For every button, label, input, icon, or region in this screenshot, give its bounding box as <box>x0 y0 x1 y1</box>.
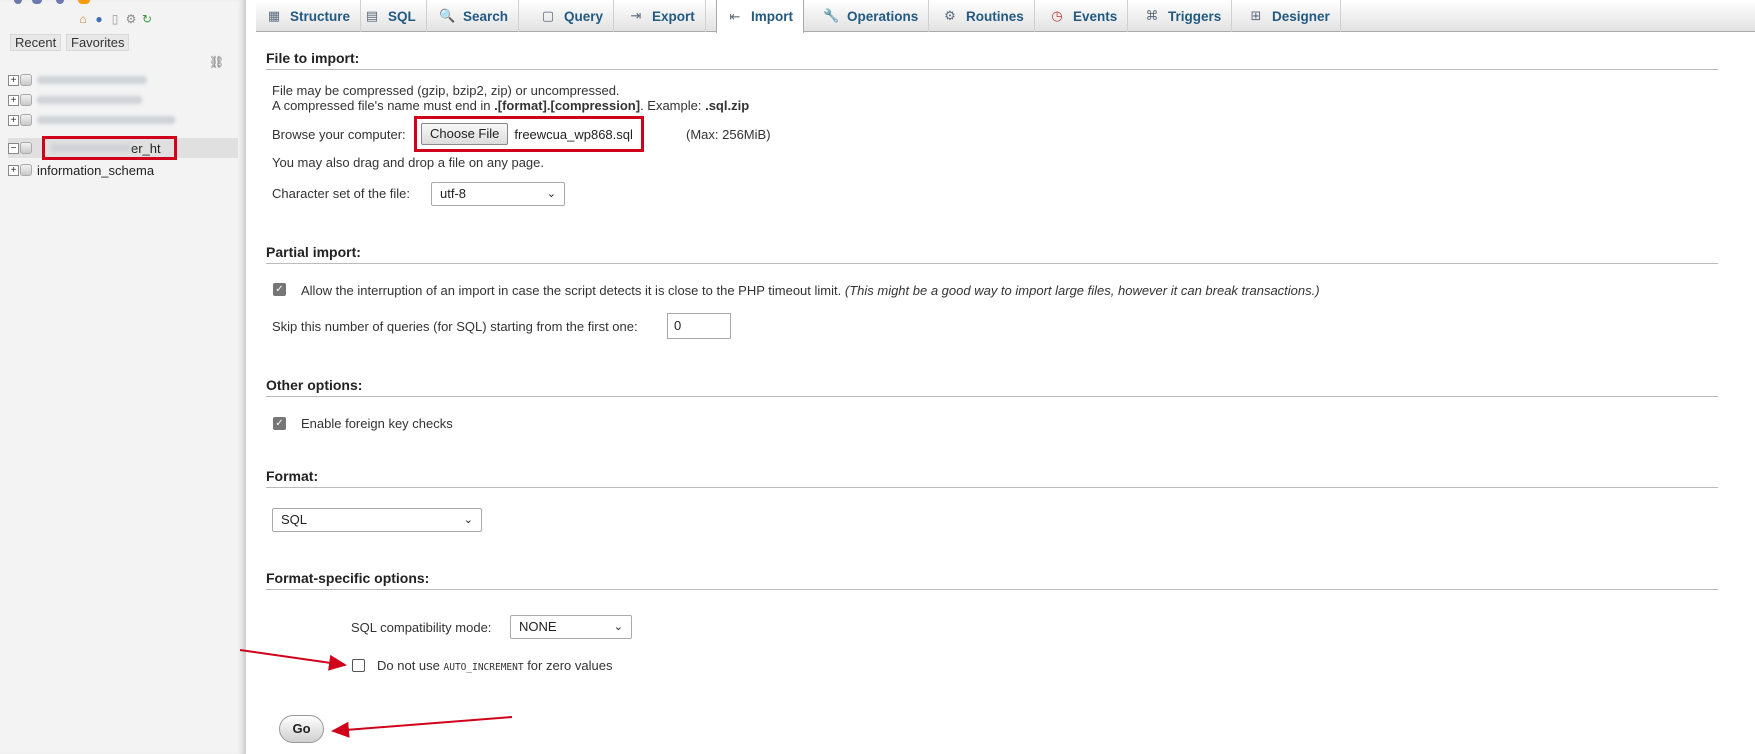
tab-operations[interactable]: 🔧 Operations <box>813 0 930 32</box>
database-icon <box>20 94 32 106</box>
help-icon[interactable]: ● <box>92 12 106 26</box>
skip-queries-label: Skip this number of queries (for SQL) st… <box>272 319 638 334</box>
triggers-icon: ⌘ <box>1145 8 1159 23</box>
docs-icon[interactable]: ▯ <box>108 12 122 26</box>
recent-button[interactable]: Recent <box>10 34 62 51</box>
favorites-button[interactable]: Favorites <box>66 34 130 51</box>
gear-icon[interactable]: ⚙ <box>124 12 138 26</box>
foreign-key-label: Enable foreign key checks <box>301 416 453 431</box>
expand-icon[interactable]: + <box>8 164 19 176</box>
tab-routines[interactable]: ⚙ Routines <box>932 0 1035 32</box>
browse-label: Browse your computer: <box>272 127 406 142</box>
chevron-down-icon: ⌄ <box>613 621 623 633</box>
drag-drop-note: You may also drag and drop a file on any… <box>272 155 544 170</box>
db-name-suffix[interactable]: er_ht <box>131 141 161 156</box>
query-icon: ▢ <box>541 8 555 23</box>
designer-icon: ⊞ <box>1250 8 1262 23</box>
import-icon: ⇤ <box>729 8 741 24</box>
section-title-format: Format: <box>266 468 1718 488</box>
expand-icon[interactable]: + <box>8 74 19 86</box>
tab-structure[interactable]: ▦ Structure <box>256 0 362 32</box>
db-name[interactable]: information_schema <box>37 163 154 178</box>
logo[interactable] <box>0 0 246 6</box>
tab-triggers[interactable]: ⌘ Triggers <box>1134 0 1233 32</box>
sql-compat-select[interactable]: NONE ⌄ <box>510 615 632 639</box>
arrow-to-checkbox <box>239 649 347 671</box>
chevron-down-icon: ⌄ <box>546 188 556 200</box>
navigation-sidebar: ⌂ ● ▯ ⚙ ↻ Recent Favorites ⛓ + + + − er_… <box>0 0 246 754</box>
tab-export[interactable]: ⇥ Export <box>618 0 706 32</box>
db-tree-item[interactable]: + <box>8 90 238 110</box>
database-icon <box>20 142 32 154</box>
tab-search[interactable]: 🔍 Search <box>429 0 520 32</box>
collapse-icon[interactable]: − <box>8 142 19 154</box>
database-icon <box>20 164 32 176</box>
blurred-db-name[interactable] <box>51 144 131 152</box>
skip-queries-input[interactable]: 0 <box>667 313 731 339</box>
clock-icon: ◷ <box>1051 8 1063 23</box>
home-icon[interactable]: ⌂ <box>76 12 90 26</box>
tab-designer[interactable]: ⊞ Designer <box>1238 0 1341 32</box>
selected-db-highlight: er_ht <box>42 136 177 160</box>
selected-file-name: freewcua_wp868.sql <box>514 126 633 142</box>
reload-icon[interactable]: ↻ <box>140 12 154 26</box>
tab-sql[interactable]: ▤ SQL <box>354 0 427 32</box>
tab-events[interactable]: ◷ Events <box>1039 0 1129 32</box>
wrench-icon: 🔧 <box>823 8 840 23</box>
go-button[interactable]: Go <box>279 715 324 743</box>
section-title-partial-import: Partial import: <box>266 244 1718 264</box>
auto-increment-label: Do not use AUTO_INCREMENT for zero value… <box>377 658 613 673</box>
blurred-db-name[interactable] <box>37 96 142 104</box>
charset-label: Character set of the file: <box>272 186 411 201</box>
compression-note: File may be compressed (gzip, bzip2, zip… <box>272 83 620 98</box>
db-tree-item[interactable]: + <box>8 110 238 130</box>
database-icon <box>20 114 32 126</box>
foreign-key-checkbox[interactable]: ✓ <box>273 417 286 430</box>
database-icon <box>20 74 32 86</box>
auto-increment-checkbox[interactable] <box>352 659 365 672</box>
section-title-format-specific: Format-specific options: <box>266 570 1718 590</box>
expand-icon[interactable]: + <box>8 94 19 106</box>
structure-icon: ▦ <box>267 8 281 23</box>
sql-compat-label: SQL compatibility mode: <box>351 620 492 635</box>
arrow-to-go <box>331 716 513 738</box>
db-tree-item[interactable]: + information_schema <box>8 160 238 180</box>
quick-icons: ⌂ ● ▯ ⚙ ↻ <box>76 12 154 26</box>
tab-query[interactable]: ▢ Query <box>530 0 615 32</box>
allow-interrupt-checkbox[interactable]: ✓ <box>273 283 286 296</box>
routines-icon: ⚙ <box>944 8 956 23</box>
expand-icon[interactable]: + <box>8 114 19 126</box>
search-icon: 🔍 <box>439 8 456 23</box>
section-title-other-options: Other options: <box>266 377 1718 397</box>
max-size-label: (Max: 256MiB) <box>686 127 771 142</box>
export-icon: ⇥ <box>630 8 642 23</box>
section-title-file-import: File to import: <box>266 50 1718 70</box>
top-tab-bar: ▦ Structure ▤ SQL 🔍 Search ▢ Query ⇥ Export ⇤… <box>256 0 1755 33</box>
chevron-down-icon: ⌄ <box>463 514 473 526</box>
link-icon[interactable]: ⛓ <box>209 55 224 69</box>
blurred-db-name[interactable] <box>37 76 147 84</box>
choose-file-button[interactable]: Choose File <box>421 123 509 145</box>
compression-format-note: A compressed file's name must end in .[f… <box>272 98 750 113</box>
db-tree-item[interactable]: + <box>8 70 238 90</box>
blurred-db-name[interactable] <box>37 116 175 124</box>
format-select[interactable]: SQL ⌄ <box>272 508 482 532</box>
sql-icon: ▤ <box>365 8 379 23</box>
allow-interrupt-label: Allow the interruption of an import in c… <box>301 283 1320 298</box>
tab-import[interactable]: ⇤ Import <box>716 0 804 33</box>
charset-select[interactable]: utf-8 ⌄ <box>431 182 565 206</box>
file-input-highlight: Choose File freewcua_wp868.sql <box>414 116 644 152</box>
